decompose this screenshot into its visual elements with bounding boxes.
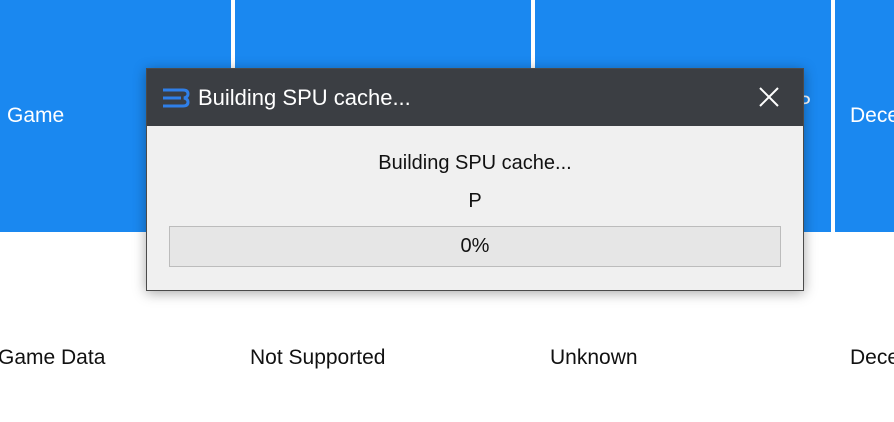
table-cell: Unknown — [550, 346, 638, 369]
dialog-title: Building SPU cache... — [198, 85, 411, 110]
app-window: Game P Dece Game Data Not Supported Unkn… — [0, 0, 894, 422]
progress-dialog: Building SPU cache... Building SPU cache… — [146, 68, 804, 291]
dialog-titlebar[interactable]: Building SPU cache... — [147, 69, 803, 126]
header-cell-label: Game — [7, 104, 65, 127]
table-cell: Not Supported — [250, 346, 386, 369]
header-cell-label: Dece — [850, 104, 894, 127]
dialog-status-text: P — [468, 190, 482, 212]
progress-label: 0% — [460, 235, 490, 257]
dialog-message: Building SPU cache... — [378, 152, 572, 174]
progress-bar: 0% — [169, 226, 781, 267]
table-cell: Dece — [850, 346, 894, 369]
close-icon[interactable] — [753, 81, 785, 113]
rpcs3-logo-icon — [163, 88, 190, 108]
dialog-body: Building SPU cache... P 0% — [147, 126, 803, 290]
header-cell-4[interactable]: Dece — [835, 0, 894, 232]
table-cell: Game Data — [0, 346, 106, 369]
